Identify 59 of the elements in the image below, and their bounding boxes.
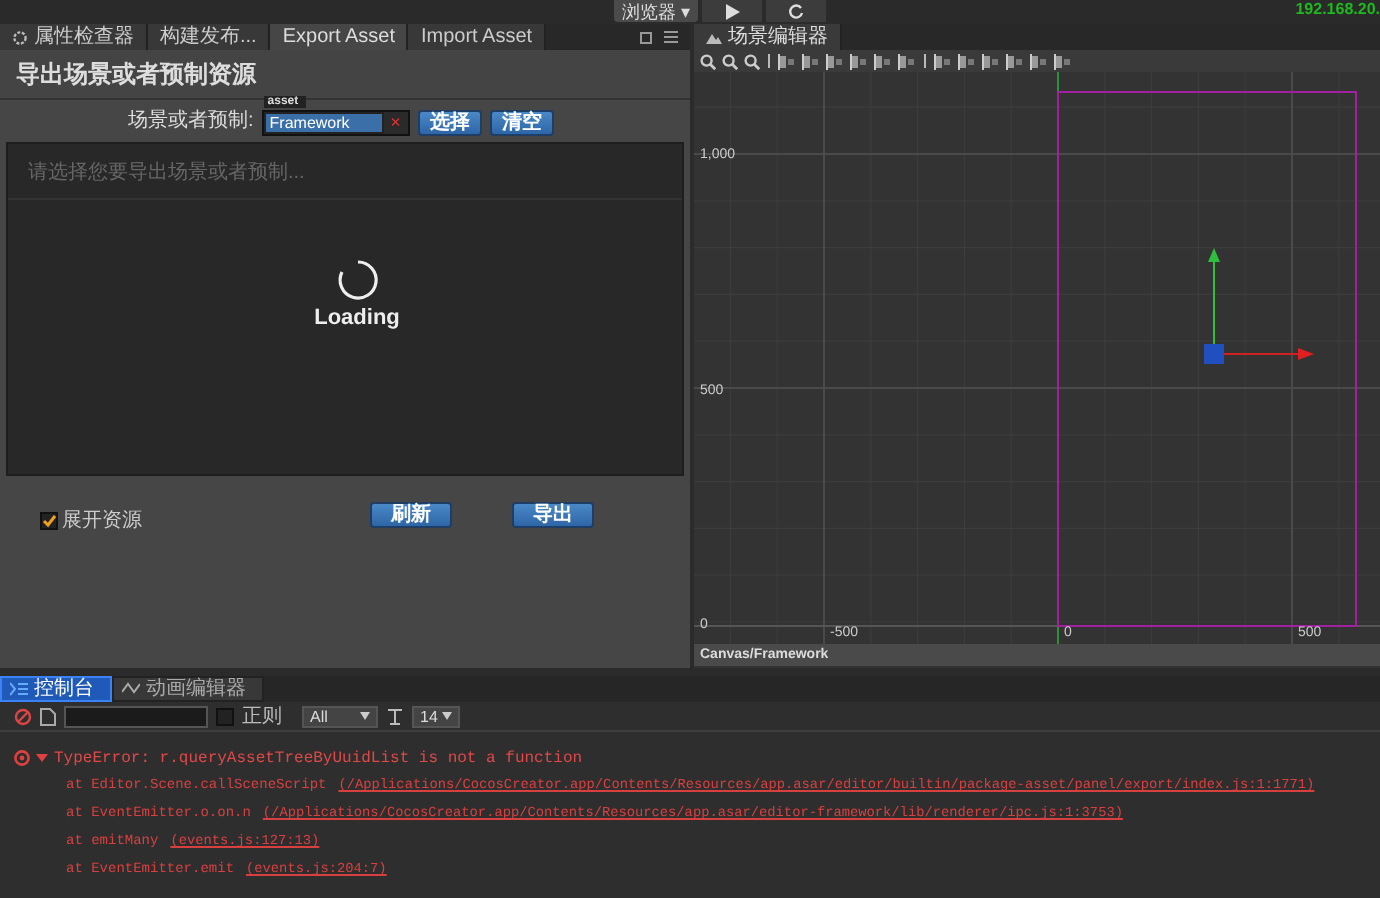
align-icon[interactable] — [898, 53, 916, 69]
loading-spinner-icon — [335, 258, 379, 302]
mountain-icon — [706, 30, 722, 44]
loading-text: Loading — [314, 306, 400, 330]
checkbox[interactable] — [216, 707, 234, 725]
checkbox[interactable] — [40, 511, 58, 529]
terminal-icon — [10, 682, 28, 696]
ip-address: 192.168.20. — [1295, 0, 1380, 18]
panel-tab[interactable]: 构建发布... — [148, 24, 271, 50]
align-icon[interactable] — [802, 53, 820, 69]
refresh-list-button[interactable]: 刷新 — [370, 501, 452, 527]
scene-input-field[interactable]: 请选择您要导出场景或者预制... — [8, 144, 682, 200]
caret-icon — [442, 712, 452, 720]
clear-button[interactable]: 清空 — [489, 110, 554, 136]
panel-tab[interactable]: 属性检查器 — [0, 24, 148, 50]
align-icon[interactable] — [982, 53, 1000, 69]
export-button[interactable]: 导出 — [512, 501, 594, 527]
panel-tab[interactable]: Import Asset — [408, 24, 547, 50]
zoom-icon[interactable] — [700, 53, 716, 69]
clear-icon[interactable] — [14, 707, 32, 725]
filter-field[interactable] — [64, 705, 208, 727]
file-icon[interactable] — [40, 707, 56, 725]
play-icon — [724, 3, 741, 19]
popout-icon[interactable] — [640, 30, 654, 44]
clear-field-button[interactable]: × — [383, 112, 408, 134]
zoom-icon[interactable] — [722, 53, 738, 69]
menu-icon[interactable] — [664, 30, 678, 44]
align-icon[interactable] — [874, 53, 892, 69]
align-icon[interactable] — [934, 53, 952, 69]
align-icon[interactable] — [1054, 53, 1072, 69]
select-button[interactable]: 选择 — [417, 110, 482, 136]
refresh-button[interactable] — [766, 0, 827, 22]
log-level-select[interactable]: All — [302, 705, 378, 727]
field-label: 场景或者预制: — [128, 110, 254, 134]
align-icon[interactable] — [1030, 53, 1048, 69]
console-tab[interactable]: 控制台 — [0, 676, 112, 702]
error-icon — [14, 750, 30, 766]
align-icon[interactable] — [958, 53, 976, 69]
expand-toggle[interactable] — [36, 752, 48, 764]
checkbox-label: 正则 — [242, 705, 282, 727]
caret-icon — [360, 712, 370, 720]
error-message: TypeError: r.queryAssetTreeByUuidList is not a function — [54, 749, 583, 767]
panel-tab[interactable]: Export Asset — [270, 24, 409, 50]
asset-field[interactable]: Framework × — [261, 110, 410, 136]
refresh-icon — [788, 3, 805, 19]
align-icon[interactable] — [778, 53, 796, 69]
console-tab[interactable]: 动画编辑器 — [112, 676, 264, 702]
align-icon[interactable] — [1006, 53, 1024, 69]
font-size-icon — [386, 707, 404, 725]
platform-dropdown[interactable]: 浏览器 ▾ — [613, 0, 699, 22]
panel-tab[interactable]: 场景编辑器 — [694, 24, 842, 50]
font-size-select[interactable]: 14 — [412, 705, 460, 727]
align-icon[interactable] — [826, 53, 844, 69]
align-icon[interactable] — [850, 53, 868, 69]
checkbox-label: 展开资源 — [62, 509, 142, 531]
keyframe-icon — [122, 682, 140, 696]
play-button[interactable] — [702, 0, 763, 22]
zoom-icon[interactable] — [744, 53, 760, 69]
gear-icon — [12, 29, 28, 45]
